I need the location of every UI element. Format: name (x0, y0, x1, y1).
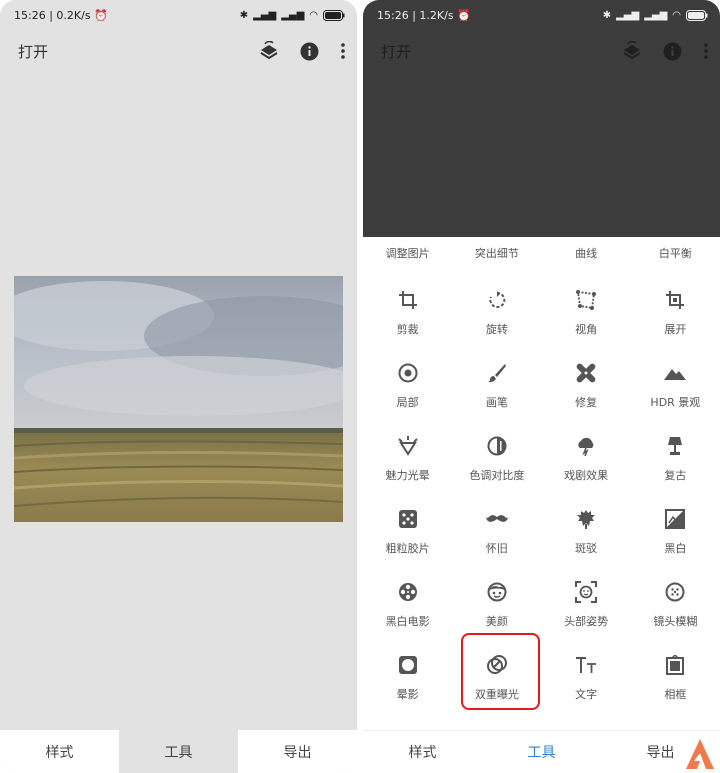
battery-icon (323, 9, 345, 21)
grunge-icon (575, 508, 597, 530)
rotate-icon (486, 289, 508, 311)
head-pose-icon (575, 581, 598, 603)
vintage-lamp-icon (664, 435, 686, 457)
healing-icon (575, 362, 597, 384)
tool-crop[interactable]: 剪裁 (363, 279, 452, 352)
signal-icon: ▂▄▆ (616, 9, 640, 21)
tool-text[interactable]: 文字 (542, 644, 631, 717)
frame-icon (664, 654, 686, 676)
bluetooth-icon: ✱ (239, 9, 249, 21)
tool-grainy-film[interactable]: 粗粒胶片 (363, 498, 452, 571)
tool-brush[interactable]: 画笔 (452, 352, 541, 425)
grainy-film-icon (397, 508, 419, 530)
app-bar: 打开 (363, 30, 720, 72)
tool-grunge[interactable]: 斑驳 (542, 498, 631, 571)
tool-expand[interactable]: 展开 (631, 279, 720, 352)
signal-icon: ▂▄▆ (253, 9, 277, 21)
status-bar: 15:26 | 0.2K/s ⏰ ✱ ▂▄▆ ▂▄▆ ◠ (0, 0, 357, 30)
layers-undo-icon[interactable] (260, 41, 278, 61)
more-menu-icon[interactable] (341, 43, 345, 59)
noir-film-reel-icon (397, 581, 419, 603)
tool-hdr-scape[interactable]: HDR 景观 (631, 352, 720, 425)
battery-icon (686, 9, 708, 21)
tool-perspective[interactable]: 视角 (542, 279, 631, 352)
tool-tonal-contrast[interactable]: 色调对比度 (452, 425, 541, 498)
tool-details[interactable]: 突出细节 (452, 245, 541, 261)
status-time-speed: 15:26 | 1.2K/s ⏰ (377, 8, 471, 22)
open-button[interactable]: 打开 (18, 41, 260, 62)
tools-top-row: 调整图片 突出细节 曲线 白平衡 (363, 245, 720, 261)
open-button[interactable]: 打开 (381, 41, 623, 62)
expand-icon (664, 289, 686, 311)
landscape-photo (14, 276, 343, 522)
tab-styles[interactable]: 样式 (0, 730, 119, 773)
tool-healing[interactable]: 修复 (542, 352, 631, 425)
black-white-icon (664, 508, 686, 530)
bottom-tab-bar: 样式 工具 导出 (0, 730, 357, 773)
tool-tune-image[interactable]: 调整图片 (363, 245, 452, 261)
selective-icon (397, 362, 419, 384)
tool-retrolux[interactable]: 怀旧 (452, 498, 541, 571)
wifi-icon: ◠ (672, 9, 681, 21)
info-icon[interactable] (300, 42, 319, 61)
tools-panel: 调整图片 突出细节 曲线 白平衡 剪裁 旋转 视角 展开 局部 画笔 修复 HD… (363, 237, 720, 729)
right-screen: 15:26 | 1.2K/s ⏰ ✱ ▂▄▆ ▂▄▆ ◠ 打开 调整图片 突出细… (363, 0, 720, 773)
status-icons: ✱ ▂▄▆ ▂▄▆ ◠ (602, 9, 708, 21)
alarm-icon: ⏰ (94, 8, 108, 22)
face-icon (486, 581, 508, 603)
tool-lens-blur[interactable]: 镜头模糊 (631, 571, 720, 644)
watermark-logo (686, 739, 714, 769)
tab-styles[interactable]: 样式 (363, 731, 482, 773)
retrolux-mustache-icon (485, 508, 508, 530)
more-menu-icon[interactable] (704, 43, 708, 59)
bottom-tab-bar: 样式 工具 导出 (363, 730, 720, 773)
lens-blur-icon (664, 581, 686, 603)
tool-curves[interactable]: 曲线 (542, 245, 631, 261)
left-screen: 15:26 | 0.2K/s ⏰ ✱ ▂▄▆ ▂▄▆ ◠ 打开 样式 工具 导出 (0, 0, 357, 773)
layers-undo-icon[interactable] (623, 41, 641, 61)
tool-white-balance[interactable]: 白平衡 (631, 245, 720, 261)
tool-noir[interactable]: 黑白电影 (363, 571, 452, 644)
tool-black-white[interactable]: 黑白 (631, 498, 720, 571)
tool-vignette[interactable]: 晕影 (363, 644, 452, 717)
bluetooth-icon: ✱ (602, 9, 612, 21)
tool-rotate[interactable]: 旋转 (452, 279, 541, 352)
wifi-icon: ◠ (309, 9, 318, 21)
tool-head-pose[interactable]: 头部姿势 (542, 571, 631, 644)
tools-grid: 剪裁 旋转 视角 展开 局部 画笔 修复 HDR 景观 魅力光晕 色调对比度 戏… (363, 279, 720, 717)
image-preview-area (363, 72, 720, 237)
double-exposure-highlight (461, 633, 540, 710)
status-time-speed: 15:26 | 0.2K/s ⏰ (14, 8, 108, 22)
crop-icon (397, 289, 419, 311)
perspective-icon (575, 289, 597, 311)
drama-cloud-icon (575, 435, 597, 457)
hdr-mountain-icon (664, 362, 687, 384)
status-icons: ✱ ▂▄▆ ▂▄▆ ◠ (239, 9, 345, 21)
signal-icon: ▂▄▆ (281, 9, 305, 21)
tab-export[interactable]: 导出 (238, 730, 357, 773)
app-bar: 打开 (0, 30, 357, 72)
tab-tools[interactable]: 工具 (482, 731, 601, 773)
info-icon[interactable] (663, 42, 682, 61)
tool-vintage[interactable]: 复古 (631, 425, 720, 498)
text-icon (575, 654, 597, 676)
tab-tools[interactable]: 工具 (119, 730, 238, 773)
tool-drama[interactable]: 戏剧效果 (542, 425, 631, 498)
glamour-glow-icon (397, 435, 419, 457)
brush-icon (486, 362, 508, 384)
vignette-icon (397, 654, 419, 676)
signal-icon: ▂▄▆ (644, 9, 668, 21)
alarm-icon: ⏰ (457, 8, 471, 22)
tool-frames[interactable]: 相框 (631, 644, 720, 717)
tool-glamour-glow[interactable]: 魅力光晕 (363, 425, 452, 498)
tonal-contrast-icon (486, 435, 508, 457)
tool-selective[interactable]: 局部 (363, 352, 452, 425)
status-bar: 15:26 | 1.2K/s ⏰ ✱ ▂▄▆ ▂▄▆ ◠ (363, 0, 720, 30)
